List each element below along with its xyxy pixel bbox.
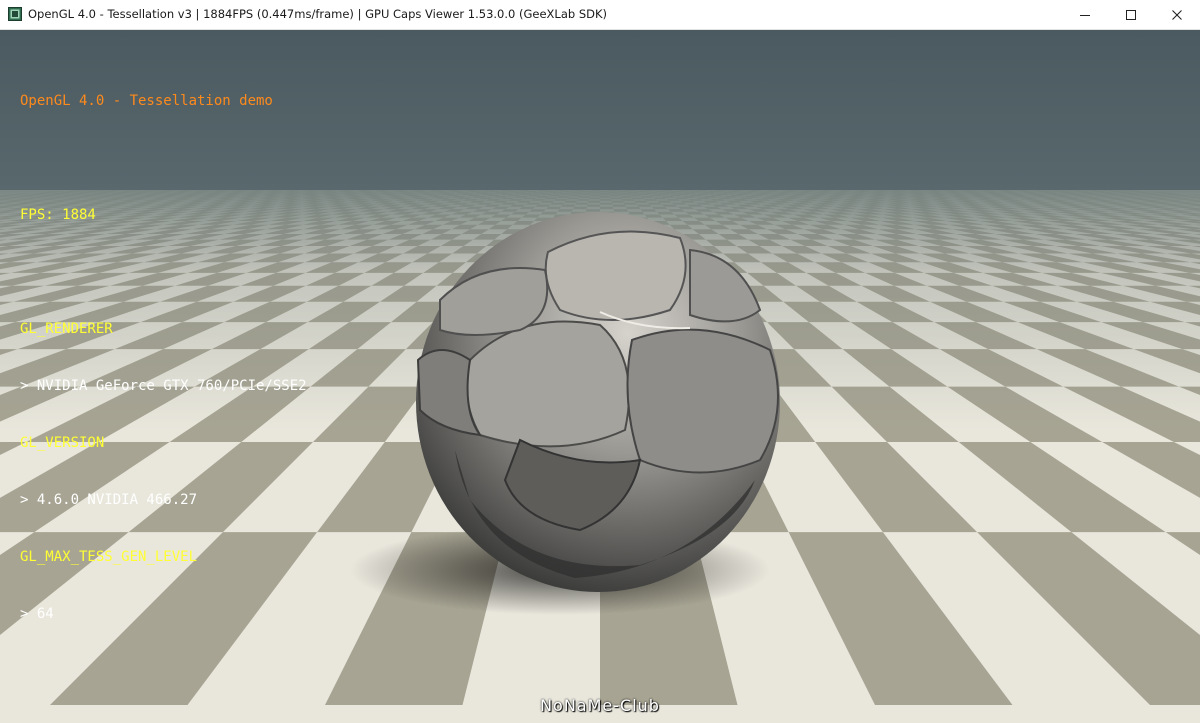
hud-renderer-value: > NVIDIA GeForce GTX 760/PCIe/SSE2 bbox=[20, 378, 307, 394]
close-button[interactable] bbox=[1154, 0, 1200, 29]
render-viewport[interactable]: OpenGL 4.0 - Tessellation demo FPS: 1884… bbox=[0, 30, 1200, 723]
maximize-icon bbox=[1126, 9, 1136, 20]
hud-fps: FPS: 1884 bbox=[20, 207, 96, 223]
window-title: OpenGL 4.0 - Tessellation v3 | 1884FPS (… bbox=[28, 7, 608, 21]
minimize-icon bbox=[1080, 14, 1090, 16]
hud-spacer bbox=[20, 149, 307, 168]
maximize-button[interactable] bbox=[1108, 0, 1154, 29]
hud-tess-value: > 64 bbox=[20, 606, 54, 622]
app-window: OpenGL 4.0 - Tessellation v3 | 1884FPS (… bbox=[0, 0, 1200, 723]
minimize-button[interactable] bbox=[1062, 0, 1108, 29]
hud-tess-label: GL_MAX_TESS_GEN_LEVEL bbox=[20, 549, 198, 565]
title-bar[interactable]: OpenGL 4.0 - Tessellation v3 | 1884FPS (… bbox=[0, 0, 1200, 30]
watermark-text: NoNaMe-Club bbox=[540, 696, 660, 715]
hud-version-value: > 4.6.0 NVIDIA 466.27 bbox=[20, 492, 198, 508]
tessellated-rock bbox=[416, 212, 780, 592]
hud-demo-title: OpenGL 4.0 - Tessellation demo bbox=[20, 93, 273, 109]
hud-overlay: OpenGL 4.0 - Tessellation demo FPS: 1884… bbox=[20, 54, 307, 662]
gpu-caps-app-icon bbox=[8, 7, 22, 21]
hud-spacer bbox=[20, 263, 307, 282]
close-icon bbox=[1172, 9, 1182, 20]
hud-version-label: GL_VERSION bbox=[20, 435, 105, 451]
hud-renderer-label: GL_RENDERER bbox=[20, 321, 113, 337]
